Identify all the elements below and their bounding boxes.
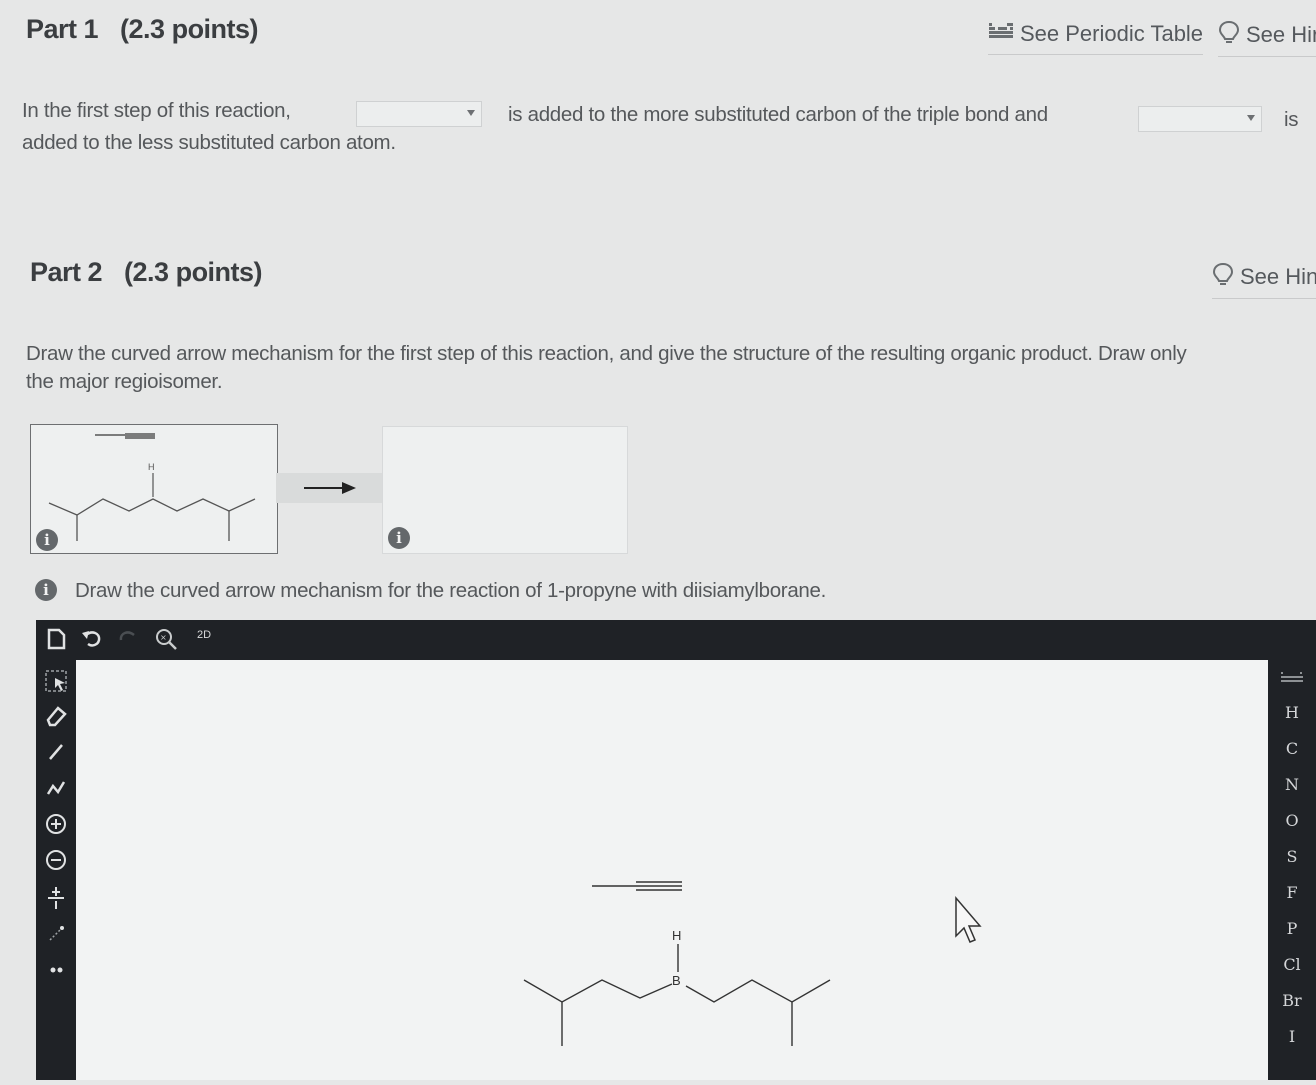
- chevron-down-icon: [467, 110, 475, 116]
- borane-alkyne-structure: [523, 881, 982, 1046]
- periodic-grid-icon[interactable]: [1268, 670, 1316, 689]
- periodic-table-label: See Periodic Table: [1020, 21, 1204, 46]
- lightbulb-icon: [1212, 262, 1234, 292]
- element-f-button[interactable]: F: [1268, 883, 1316, 902]
- atom-h-label: H: [672, 928, 682, 943]
- reagent-select-1[interactable]: [356, 101, 482, 127]
- editor-toolbar: × 2D: [36, 620, 1316, 660]
- eraser-icon[interactable]: [38, 704, 74, 733]
- lone-pair-icon[interactable]: [38, 958, 74, 987]
- periodic-table-icon: [988, 20, 1014, 48]
- part1-text-d: added to the less substituted carbon ato…: [22, 131, 396, 154]
- chain-tool-icon[interactable]: [38, 776, 74, 805]
- thumb-h-label: H: [148, 462, 155, 472]
- part1-hint-label: See Hir: [1246, 22, 1316, 47]
- charge-adjust-icon[interactable]: [38, 884, 74, 917]
- reagent-select-2[interactable]: [1138, 106, 1262, 132]
- element-n-button[interactable]: N: [1268, 775, 1316, 794]
- info-icon[interactable]: i: [35, 579, 57, 601]
- editor-tool-rail: [36, 660, 76, 1080]
- reactant-structure: [48, 433, 256, 541]
- view-2d-toggle[interactable]: 2D: [186, 629, 222, 641]
- part1-text-c: is: [1284, 108, 1299, 131]
- arrow-right-icon: [304, 482, 356, 494]
- undo-icon[interactable]: [74, 627, 110, 656]
- element-h-button[interactable]: H: [1268, 703, 1316, 722]
- element-br-button[interactable]: Br: [1268, 991, 1316, 1010]
- product-box[interactable]: i: [382, 426, 628, 554]
- element-s-button[interactable]: S: [1268, 847, 1316, 866]
- info-icon[interactable]: i: [36, 529, 58, 551]
- positive-charge-icon[interactable]: [38, 812, 74, 841]
- part1-hint-link[interactable]: See Hir: [1218, 20, 1316, 57]
- subprompt-text: Draw the curved arrow mechanism for the …: [75, 579, 827, 602]
- part1-text-a: In the first step of this reaction,: [22, 99, 291, 122]
- negative-charge-icon[interactable]: [38, 848, 74, 877]
- reactant-thumbnail[interactable]: H i: [30, 424, 278, 554]
- element-p-button[interactable]: P: [1268, 919, 1316, 938]
- reaction-arrow: [276, 473, 382, 503]
- part2-hint-label: See Hin: [1240, 264, 1316, 289]
- zoom-icon[interactable]: ×: [148, 626, 184, 657]
- lightbulb-icon: [1218, 20, 1240, 50]
- redo-icon[interactable]: [110, 627, 146, 656]
- part1-text-b: is added to the more substituted carbon …: [508, 103, 1048, 126]
- drawing-canvas[interactable]: H B: [76, 660, 1268, 1080]
- single-bond-icon[interactable]: [38, 740, 74, 769]
- part2-title: Part 2 (2.3 points): [30, 257, 263, 288]
- part1-label: Part 1: [26, 14, 99, 44]
- new-document-icon[interactable]: [38, 627, 74, 656]
- part2-points: (2.3 points): [124, 257, 263, 287]
- part2-label: Part 2: [30, 257, 103, 287]
- chevron-down-icon: [1247, 115, 1255, 121]
- element-cl-button[interactable]: Cl: [1268, 955, 1316, 974]
- atom-b-label: B: [672, 973, 681, 988]
- svg-text:×: ×: [160, 633, 167, 642]
- select-tool-icon[interactable]: [38, 668, 74, 699]
- part1-title: Part 1 (2.3 points): [26, 14, 259, 45]
- part2-instructions-2: the major regioisomer.: [26, 370, 223, 393]
- element-palette: [1268, 660, 1316, 1080]
- element-o-button[interactable]: O: [1268, 811, 1316, 830]
- part2-hint-link[interactable]: See Hin: [1212, 262, 1316, 299]
- periodic-table-link[interactable]: See Periodic Table: [988, 20, 1204, 55]
- element-c-button[interactable]: C: [1268, 739, 1316, 758]
- element-i-button[interactable]: I: [1268, 1027, 1316, 1046]
- part1-points: (2.3 points): [120, 14, 259, 44]
- info-icon[interactable]: i: [388, 527, 410, 549]
- radical-icon[interactable]: [38, 922, 74, 951]
